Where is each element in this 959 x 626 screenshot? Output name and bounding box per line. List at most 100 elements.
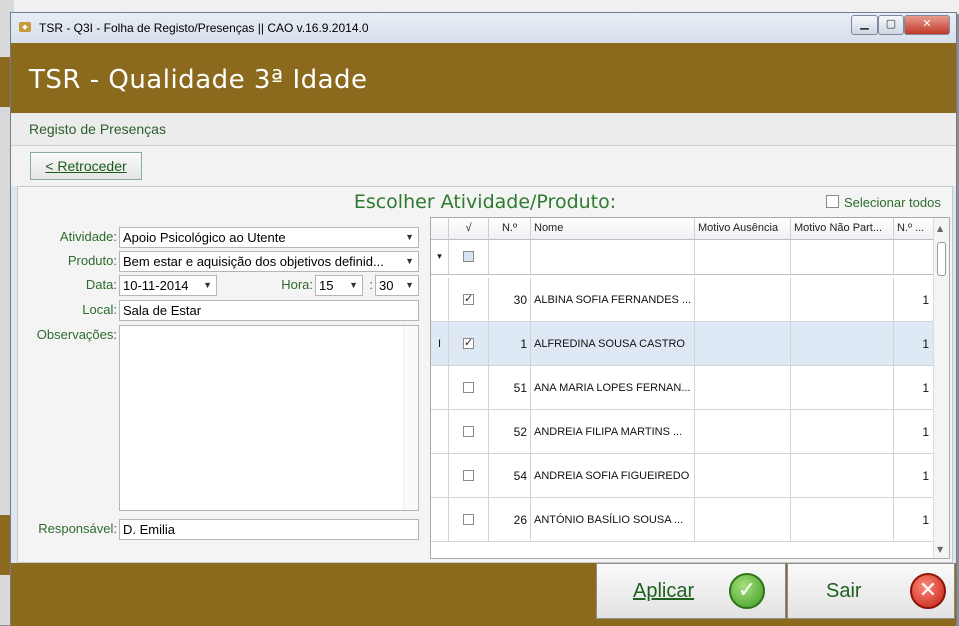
chevron-down-icon[interactable]: ▼ <box>203 276 212 295</box>
table-row[interactable]: I ✓ 1 ALFREDINA SOUSA CASTRO 1 <box>431 322 934 366</box>
title-bar[interactable]: ◆ TSR - Q3I - Folha de Registo/Presenças… <box>11 13 956 43</box>
row-num: 1 <box>489 322 531 365</box>
row-check-cell[interactable] <box>449 366 489 409</box>
row-motivo-nao-part[interactable] <box>791 366 894 409</box>
row-indicator[interactable] <box>431 278 449 321</box>
row-motivo-ausencia[interactable] <box>695 454 791 497</box>
row-indicator[interactable] <box>431 410 449 453</box>
hour-select[interactable]: 15 ▼ <box>315 275 363 296</box>
row-num2: 1 <box>894 454 934 497</box>
grid-header-motivo-nao-part[interactable]: Motivo Não Part... <box>791 218 894 240</box>
chevron-down-icon[interactable]: ▼ <box>349 276 358 295</box>
time-separator: : <box>369 277 373 292</box>
observacoes-label: Observações: <box>36 327 117 342</box>
maximize-button[interactable]: ▢ <box>878 15 904 35</box>
local-label: Local: <box>82 302 117 317</box>
table-row[interactable]: 52 ANDREIA FILIPA MARTINS ... 1 <box>431 410 934 454</box>
row-indicator[interactable] <box>431 454 449 497</box>
close-window-button[interactable]: ✕ <box>904 15 950 35</box>
filter-cell[interactable] <box>695 240 791 274</box>
row-motivo-ausencia[interactable] <box>695 366 791 409</box>
row-nome: ANTÓNIO BASÍLIO SOUSA ... <box>531 498 695 541</box>
row-motivo-ausencia[interactable] <box>695 322 791 365</box>
checkmark-icon: ✓ <box>729 573 765 609</box>
date-value: 10-11-2014 <box>123 278 189 293</box>
local-field[interactable]: Sala de Estar <box>119 300 419 321</box>
window-title: TSR - Q3I - Folha de Registo/Presenças |… <box>39 21 369 35</box>
row-check-cell[interactable]: ✓ <box>449 322 489 365</box>
back-button[interactable]: < Retroceder <box>30 152 142 180</box>
grid-scrollbar[interactable]: ▲ ▼ <box>933 218 949 558</box>
table-row[interactable]: ✓ 30 ALBINA SOFIA FERNANDES ... 1 <box>431 278 934 322</box>
grid-header-num[interactable]: N.º <box>489 218 531 240</box>
produto-label: Produto: <box>67 253 117 268</box>
app-header: TSR - Qualidade 3ª Idade <box>11 43 956 113</box>
checkbox-icon[interactable] <box>463 382 474 393</box>
scroll-thumb[interactable] <box>937 242 946 276</box>
atividade-label: Atividade: <box>59 229 117 244</box>
row-motivo-nao-part[interactable] <box>791 322 894 365</box>
filter-cell[interactable] <box>791 240 894 274</box>
filter-cell[interactable] <box>489 240 531 274</box>
exit-label: Sair <box>826 580 862 602</box>
chevron-down-icon[interactable]: ▼ <box>405 252 414 271</box>
row-motivo-nao-part[interactable] <box>791 278 894 321</box>
row-check-cell[interactable] <box>449 410 489 453</box>
row-check-cell[interactable]: ✓ <box>449 278 489 321</box>
row-motivo-ausencia[interactable] <box>695 498 791 541</box>
row-motivo-ausencia[interactable] <box>695 278 791 321</box>
hora-label: Hora: <box>281 277 313 292</box>
checkbox-icon[interactable] <box>463 514 474 525</box>
row-motivo-nao-part[interactable] <box>791 410 894 453</box>
row-indicator[interactable]: I <box>431 322 449 365</box>
exit-button[interactable]: Sair ✕ <box>787 563 955 619</box>
row-check-cell[interactable] <box>449 454 489 497</box>
grid-header-nome[interactable]: Nome <box>531 218 695 240</box>
grid-header-motivo-ausencia[interactable]: Motivo Ausência <box>695 218 791 240</box>
responsavel-label: Responsável: <box>38 521 117 536</box>
chevron-down-icon[interactable]: ▼ <box>405 228 414 247</box>
row-motivo-ausencia[interactable] <box>695 410 791 453</box>
atividade-select[interactable]: Apoio Psicológico ao Utente ▼ <box>119 227 419 248</box>
row-num2: 1 <box>894 322 934 365</box>
table-row[interactable]: 26 ANTÓNIO BASÍLIO SOUSA ... 1 <box>431 498 934 542</box>
filter-cell[interactable] <box>894 240 934 274</box>
produto-select[interactable]: Bem estar e aquisição dos objetivos defi… <box>119 251 419 272</box>
apply-button[interactable]: Aplicar ✓ <box>596 563 786 619</box>
row-nome: ALFREDINA SOUSA CASTRO <box>531 322 695 365</box>
chevron-down-icon[interactable]: ▼ <box>405 276 414 295</box>
row-nome: ALBINA SOFIA FERNANDES ... <box>531 278 695 321</box>
date-picker[interactable]: 10-11-2014 ▼ <box>119 275 217 296</box>
observacoes-textarea[interactable] <box>119 325 419 511</box>
select-all-checkbox[interactable]: Selecionar todos <box>826 195 941 210</box>
checkbox-icon[interactable] <box>463 426 474 437</box>
textarea-scrollbar[interactable] <box>403 326 418 510</box>
checkbox-icon[interactable] <box>826 195 839 208</box>
filter-checkbox-icon[interactable] <box>463 251 474 262</box>
grid-header-num2[interactable]: N.º ... <box>894 218 934 240</box>
row-indicator[interactable] <box>431 498 449 541</box>
filter-check-cell[interactable] <box>449 240 489 274</box>
filter-icon: ▾ <box>431 240 449 274</box>
minimize-button[interactable]: ▁ <box>851 15 878 35</box>
select-all-label: Selecionar todos <box>844 195 941 210</box>
minute-select[interactable]: 30 ▼ <box>375 275 419 296</box>
row-num2: 1 <box>894 498 934 541</box>
table-row[interactable]: 54 ANDREIA SOFIA FIGUEIREDO 1 <box>431 454 934 498</box>
grid-header-check[interactable]: √ <box>449 218 489 240</box>
checkbox-icon[interactable] <box>463 470 474 481</box>
checkbox-checked-icon[interactable]: ✓ <box>463 338 474 349</box>
row-num: 52 <box>489 410 531 453</box>
filter-cell[interactable] <box>531 240 695 274</box>
row-motivo-nao-part[interactable] <box>791 498 894 541</box>
row-indicator[interactable] <box>431 366 449 409</box>
row-num: 51 <box>489 366 531 409</box>
row-nome: ANA MARIA LOPES FERNAN... <box>531 366 695 409</box>
responsavel-field[interactable]: D. Emilia <box>119 519 419 540</box>
row-check-cell[interactable] <box>449 498 489 541</box>
row-motivo-nao-part[interactable] <box>791 454 894 497</box>
scroll-down-icon[interactable]: ▼ <box>937 545 943 554</box>
scroll-up-icon[interactable]: ▲ <box>937 224 943 233</box>
table-row[interactable]: 51 ANA MARIA LOPES FERNAN... 1 <box>431 366 934 410</box>
checkbox-checked-icon[interactable]: ✓ <box>463 294 474 305</box>
